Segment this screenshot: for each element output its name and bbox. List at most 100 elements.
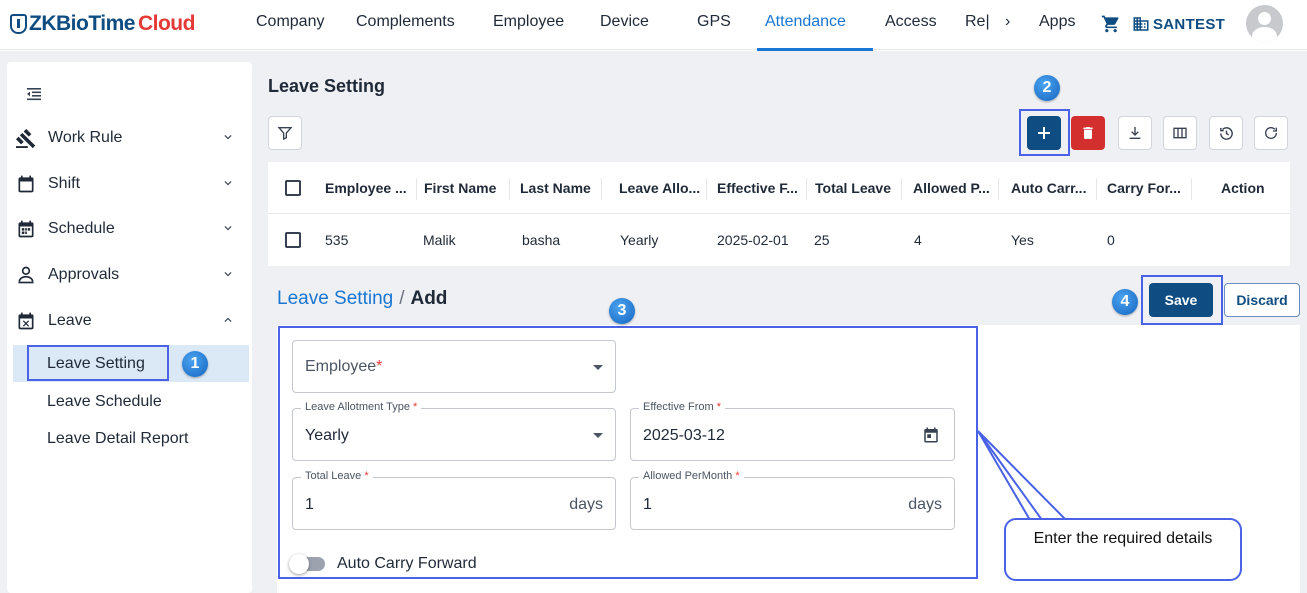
breadcrumb-current: Add xyxy=(410,288,448,309)
page-title: Leave Setting xyxy=(268,76,386,96)
callout-pointer xyxy=(977,430,1069,521)
column-header[interactable]: Effective F... xyxy=(717,180,798,196)
table-header: Employee ... First Name Last Name Leave … xyxy=(268,162,1290,214)
column-divider[interactable] xyxy=(1096,178,1097,200)
table-cell: 535 xyxy=(325,232,349,248)
column-divider[interactable] xyxy=(416,178,417,200)
nav-complements[interactable]: Complements xyxy=(356,13,455,31)
column-divider[interactable] xyxy=(998,178,999,200)
table-cell: 4 xyxy=(914,232,922,248)
column-header[interactable]: Carry For... xyxy=(1107,180,1181,196)
sidebar-subitem-leave-schedule[interactable]: Leave Schedule xyxy=(13,383,249,420)
chevron-down-icon xyxy=(224,272,232,277)
shield-icon xyxy=(10,14,27,34)
sidebar-item-label: Work Rule xyxy=(48,129,123,146)
table-cell: 0 xyxy=(1107,232,1115,248)
add-button-highlight-box xyxy=(1019,109,1070,156)
column-divider[interactable] xyxy=(509,178,510,200)
sidebar-item-label: Leave xyxy=(48,312,92,329)
table-cell: 25 xyxy=(814,232,830,248)
calendar-x-icon xyxy=(15,310,37,332)
nav-employee[interactable]: Employee xyxy=(493,13,564,31)
nav-apps[interactable]: Apps xyxy=(1039,13,1075,31)
history-button[interactable] xyxy=(1209,116,1243,150)
logo-text: ZKBioTime xyxy=(29,12,135,35)
columns-icon xyxy=(1173,127,1187,139)
save-button-highlight-box xyxy=(1141,275,1223,325)
sidebar-item-approvals[interactable]: Approvals xyxy=(15,260,245,290)
table-row[interactable]: 535 Malik basha Yearly 2025-02-01 25 4 Y… xyxy=(268,214,1290,299)
nav-more-chevron-icon[interactable]: › xyxy=(1005,13,1010,31)
column-header[interactable]: Last Name xyxy=(520,180,591,196)
trash-icon xyxy=(1083,127,1093,139)
column-header: Action xyxy=(1221,180,1265,196)
select-all-checkbox[interactable] xyxy=(285,180,301,196)
sidebar-item-schedule[interactable]: Schedule xyxy=(15,214,245,244)
sidebar-item-work-rule[interactable]: Work Rule xyxy=(15,123,245,153)
table-cell: 2025-02-01 xyxy=(717,232,789,248)
filter-button[interactable] xyxy=(268,116,302,150)
column-divider[interactable] xyxy=(806,178,807,200)
table-cell: Malik xyxy=(423,232,456,248)
filter-icon xyxy=(277,127,293,141)
step-badge-4: 4 xyxy=(1112,289,1138,315)
table-cell: Yearly xyxy=(620,232,659,248)
calendar-blank-icon xyxy=(15,173,37,195)
form-highlight-box xyxy=(278,326,978,579)
breadcrumb: Leave Setting / Add xyxy=(277,288,447,310)
callout-tooltip: Enter the required details xyxy=(1004,518,1242,581)
organization-name[interactable]: SANTEST xyxy=(1153,16,1225,33)
leave-setting-table: Employee ... First Name Last Name Leave … xyxy=(268,162,1290,299)
delete-button[interactable] xyxy=(1071,116,1105,150)
column-header[interactable]: Allowed P... xyxy=(913,180,990,196)
sidebar-item-shift[interactable]: Shift xyxy=(15,169,245,199)
cart-icon[interactable] xyxy=(1101,14,1121,34)
step-badge-2: 2 xyxy=(1034,75,1060,101)
breadcrumb-separator: / xyxy=(399,288,405,309)
nav-gps[interactable]: GPS xyxy=(697,13,731,31)
nav-device[interactable]: Device xyxy=(600,13,649,31)
row-checkbox[interactable] xyxy=(285,232,301,248)
calendar-grid-icon xyxy=(15,218,37,240)
chevron-down-icon xyxy=(224,135,232,140)
person-approve-icon xyxy=(15,264,37,286)
logo-accent-text: Cloud xyxy=(137,12,195,35)
column-header[interactable]: Employee ... xyxy=(325,180,407,196)
column-divider[interactable] xyxy=(601,178,602,200)
column-divider[interactable] xyxy=(901,178,902,200)
sidebar-subitem-leave-detail-report[interactable]: Leave Detail Report xyxy=(13,420,249,457)
column-header[interactable]: Leave Allo... xyxy=(619,180,700,196)
gavel-icon xyxy=(15,127,37,149)
user-avatar[interactable] xyxy=(1246,5,1283,42)
step-badge-1: 1 xyxy=(182,351,208,377)
sidebar-subitem-label: Leave Detail Report xyxy=(47,429,189,447)
table-cell: Yes xyxy=(1011,232,1034,248)
nav-company[interactable]: Company xyxy=(256,13,324,31)
columns-button[interactable] xyxy=(1163,116,1197,150)
column-divider[interactable] xyxy=(706,178,707,200)
history-icon xyxy=(1219,126,1233,140)
sidebar-item-label: Shift xyxy=(48,175,81,192)
table-cell: basha xyxy=(522,232,561,248)
download-icon xyxy=(1129,127,1141,139)
column-divider[interactable] xyxy=(1191,178,1192,200)
nav-reports-truncated[interactable]: Re| xyxy=(965,13,990,31)
refresh-icon xyxy=(1265,127,1277,139)
app-logo[interactable]: ZKBioTime Cloud xyxy=(10,12,195,36)
export-button[interactable] xyxy=(1118,116,1152,150)
chevron-up-icon xyxy=(224,317,232,322)
breadcrumb-parent-link[interactable]: Leave Setting xyxy=(277,288,393,309)
collapse-sidebar-icon[interactable] xyxy=(26,86,42,102)
top-navigation-bar: ZKBioTime Cloud Company Complements Empl… xyxy=(0,0,1307,51)
column-header[interactable]: Total Leave xyxy=(815,180,891,196)
refresh-button[interactable] xyxy=(1254,116,1288,150)
sidebar-item-leave[interactable]: Leave xyxy=(15,306,245,336)
building-icon xyxy=(1133,17,1149,31)
discard-button[interactable]: Discard xyxy=(1224,283,1300,317)
column-header[interactable]: Auto Carr... xyxy=(1011,180,1086,196)
nav-access[interactable]: Access xyxy=(885,13,937,31)
sidebar-subitem-label: Leave Schedule xyxy=(47,392,162,410)
chevron-down-icon xyxy=(224,226,232,231)
column-header[interactable]: First Name xyxy=(424,180,496,196)
nav-attendance[interactable]: Attendance xyxy=(765,13,846,31)
